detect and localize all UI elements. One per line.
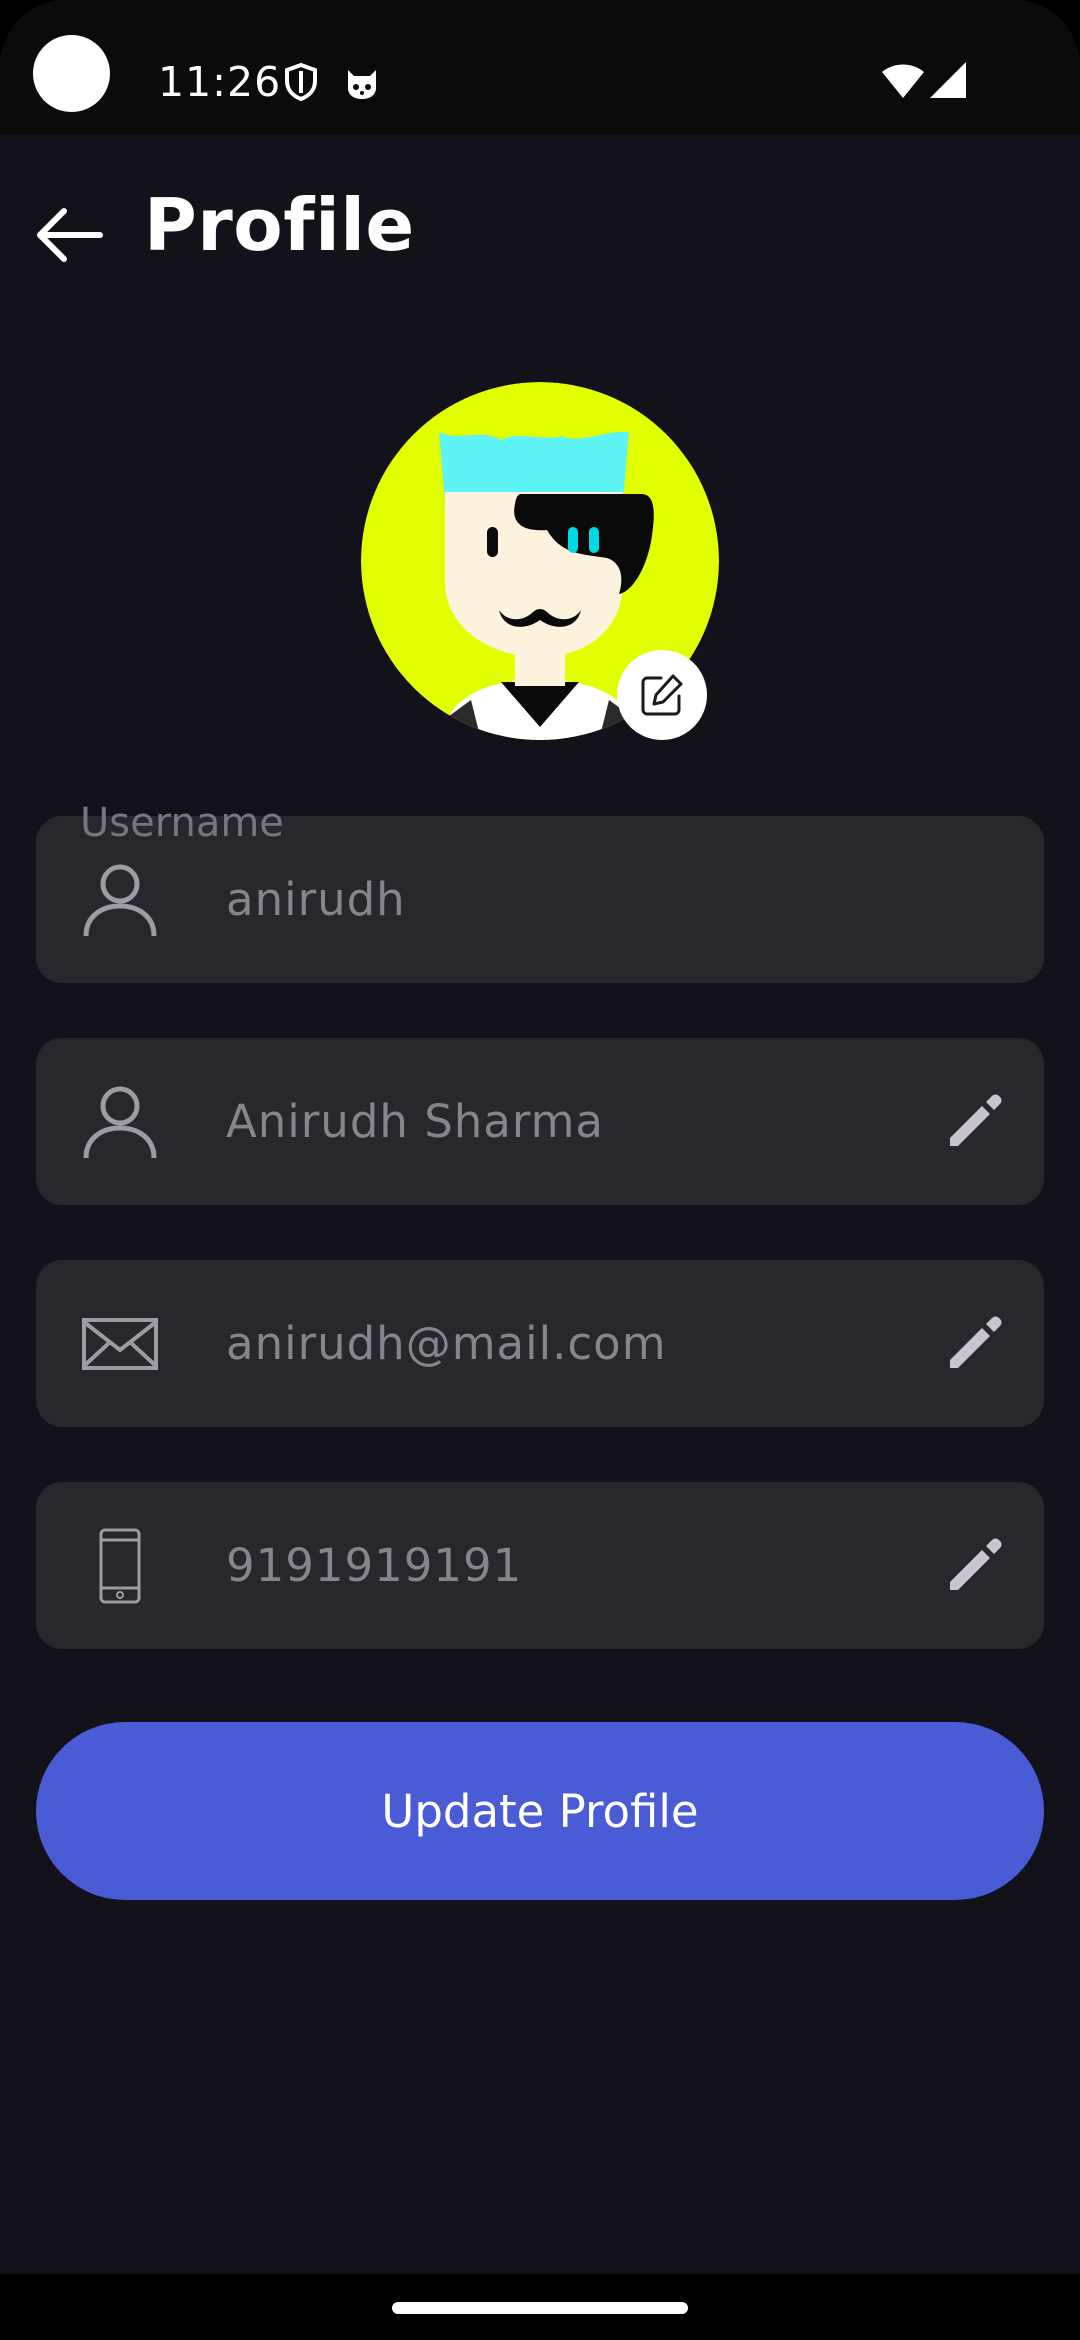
back-button[interactable] <box>30 195 110 275</box>
phone-screen: 11:26 Profile Username anirudh Anirudh S… <box>0 0 1080 2340</box>
edit-email-button[interactable] <box>942 1310 1008 1376</box>
username-label: Username <box>80 800 284 846</box>
person-icon <box>76 856 164 944</box>
status-bar: 11:26 <box>0 0 1080 135</box>
top-app-bar: Profile <box>0 135 1080 315</box>
home-indicator[interactable] <box>392 2302 688 2314</box>
email-field[interactable]: anirudh@mail.com <box>36 1260 1044 1427</box>
edit-full-name-button[interactable] <box>942 1088 1008 1154</box>
avatar-edit-button[interactable] <box>617 650 707 740</box>
cat-face-icon <box>344 62 380 106</box>
shield-icon <box>283 62 319 106</box>
mobile-phone-icon <box>76 1522 164 1610</box>
pencil-icon <box>950 1094 1002 1146</box>
full-name-field[interactable]: Anirudh Sharma <box>36 1038 1044 1205</box>
page-title: Profile <box>144 183 415 267</box>
envelope-icon <box>76 1300 164 1388</box>
email-value: anirudh@mail.com <box>226 1317 667 1370</box>
camera-cutout <box>33 35 110 112</box>
edit-phone-button[interactable] <box>942 1532 1008 1598</box>
wifi-icon <box>880 60 926 104</box>
pencil-icon <box>950 1538 1002 1590</box>
edit-square-icon <box>641 674 683 716</box>
pencil-icon <box>950 1316 1002 1368</box>
update-profile-button[interactable]: Update Profile <box>36 1722 1044 1900</box>
status-time: 11:26 <box>158 58 282 106</box>
avatar-container <box>361 382 719 740</box>
person-icon <box>76 1078 164 1166</box>
full-name-value: Anirudh Sharma <box>226 1095 604 1148</box>
phone-field[interactable]: 9191919191 <box>36 1482 1044 1649</box>
arrow-left-icon <box>37 208 103 262</box>
phone-value: 9191919191 <box>226 1539 523 1592</box>
cellular-signal-icon <box>928 60 968 104</box>
